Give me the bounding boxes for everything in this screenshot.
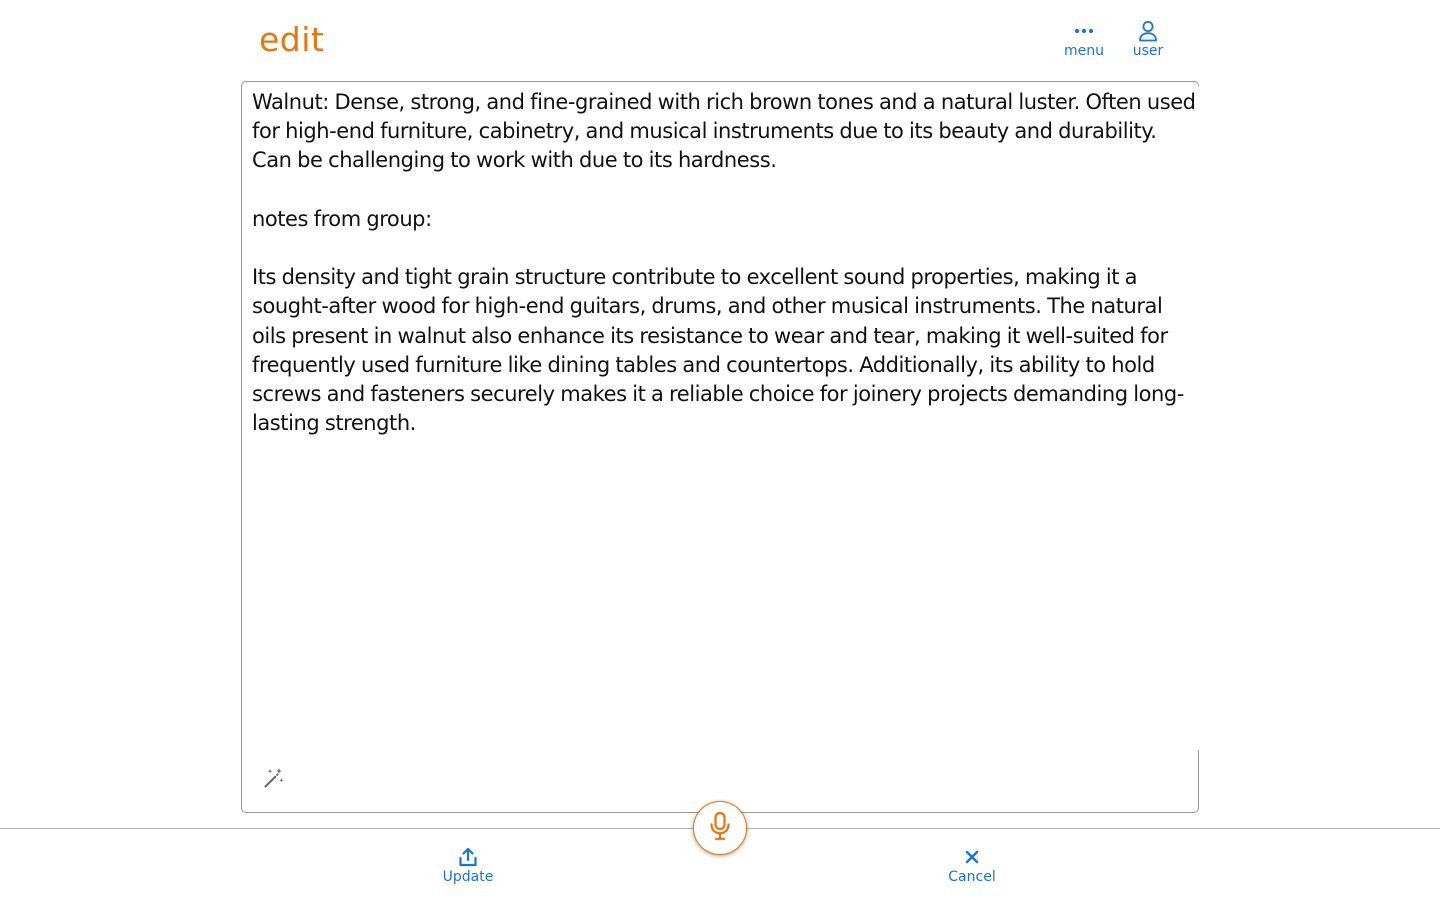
user-label: user: [1132, 43, 1164, 59]
user-button[interactable]: user: [1117, 20, 1179, 64]
menu-label: menu: [1064, 43, 1104, 59]
cancel-button[interactable]: Cancel: [927, 846, 1017, 890]
magic-wand-button[interactable]: [260, 766, 288, 794]
note-editor: Walnut: Dense, strong, and fine-grained …: [241, 81, 1199, 813]
more-horizontal-icon: [1074, 20, 1094, 42]
upload-icon: [458, 846, 478, 868]
microphone-button[interactable]: [693, 801, 747, 855]
edit-page: edit menu user Walnut: Dense, strong, an…: [0, 0, 1440, 900]
note-textarea[interactable]: Walnut: Dense, strong, and fine-grained …: [250, 86, 1199, 750]
menu-button[interactable]: menu: [1053, 20, 1115, 64]
update-label: Update: [442, 869, 494, 885]
user-icon: [1138, 20, 1158, 42]
header: edit menu user: [241, 0, 1199, 80]
page-title: edit: [259, 20, 325, 59]
cancel-label: Cancel: [948, 869, 996, 885]
close-icon: [964, 846, 980, 868]
microphone-icon: [707, 811, 733, 845]
magic-wand-icon: [262, 766, 286, 794]
update-button[interactable]: Update: [423, 846, 513, 890]
